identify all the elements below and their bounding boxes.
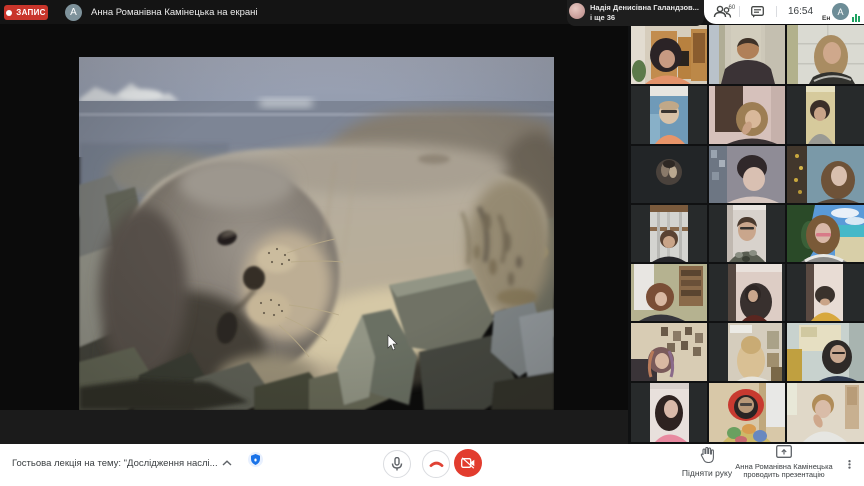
svg-text:60: 60	[729, 5, 736, 11]
